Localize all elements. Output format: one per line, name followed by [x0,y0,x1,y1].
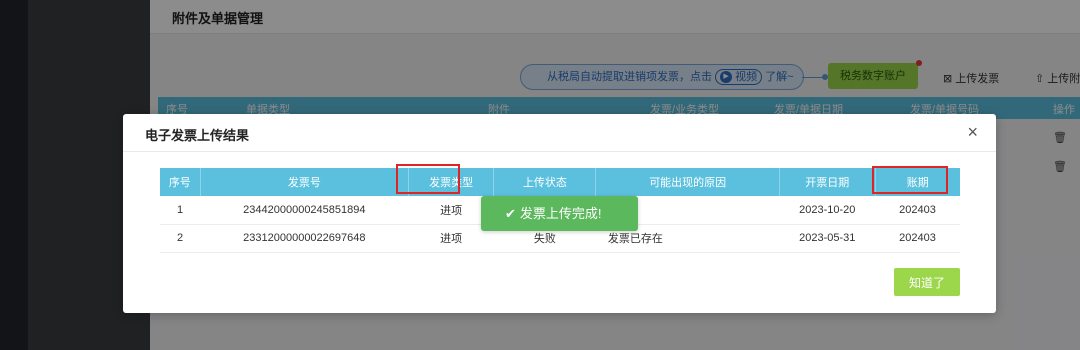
highlight-period [872,166,948,194]
cell-period: 202403 [875,224,960,253]
cell-invoice-number: 23312000000022697648 [200,224,409,253]
success-toast: ✔ 发票上传完成! [481,196,638,231]
cell-invoice-number: 23442000000245851894 [200,196,409,225]
cell-index: 2 [160,224,201,253]
col-upload-status: 上传状态 [493,168,597,196]
dialog-header: 电子发票上传结果 × [123,114,996,152]
cell-issue-date: 2023-05-31 [779,224,876,253]
ok-button[interactable]: 知道了 [894,268,960,296]
highlight-invoice-type [396,164,460,194]
dialog-title: 电子发票上传结果 [145,128,250,143]
col-index: 序号 [160,168,201,196]
close-icon[interactable]: × [967,122,978,142]
col-reason: 可能出现的原因 [595,168,780,196]
cell-index: 1 [160,196,201,225]
table-header-row: 序号 发票号 发票类型 上传状态 可能出现的原因 开票日期 账期 [160,168,960,196]
cell-issue-date: 2023-10-20 [779,196,876,225]
col-invoice-number: 发票号 [200,168,410,196]
col-issue-date: 开票日期 [779,168,876,196]
cell-period: 202403 [875,196,960,225]
check-icon: ✔ [505,206,516,221]
toast-message: 发票上传完成! [519,206,602,221]
